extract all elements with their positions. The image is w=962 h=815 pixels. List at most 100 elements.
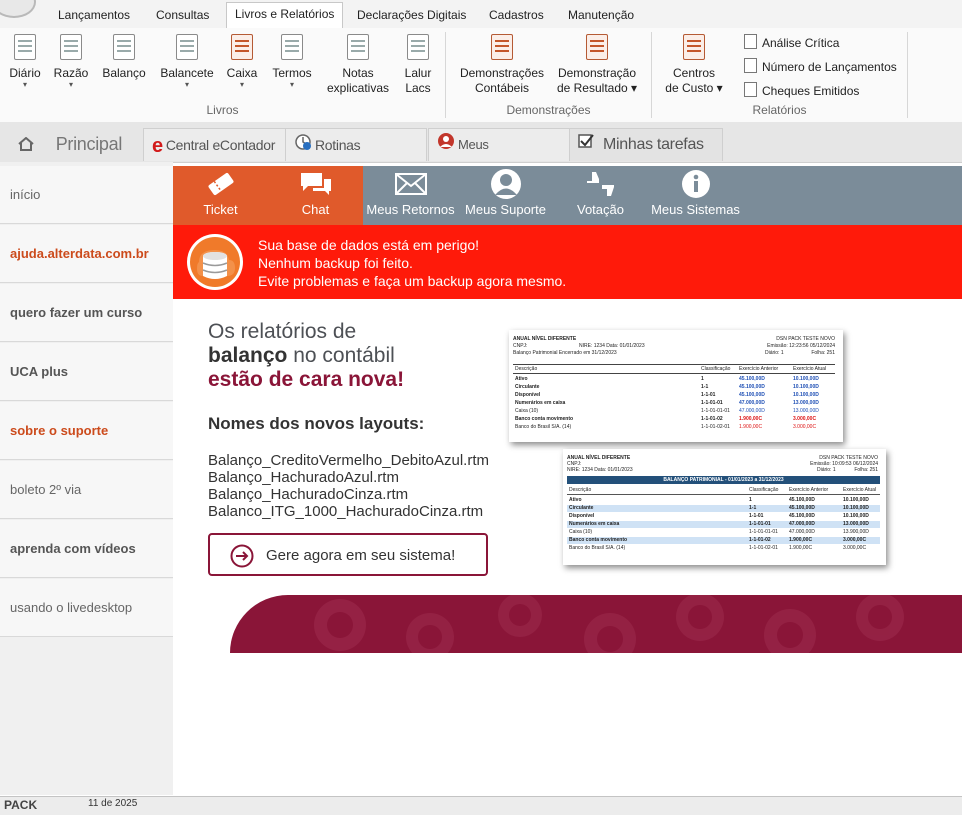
balanco-button[interactable]: Balanço xyxy=(98,34,150,81)
report-cell: Banco do Brasil S/A. (14) xyxy=(515,424,572,430)
doc2-folha: Folha: 251 xyxy=(854,467,878,473)
centros-de-custo-button[interactable]: Centros de Custo ▾ xyxy=(662,34,726,96)
report-cell: Numerários em caixa xyxy=(515,400,566,406)
promo-headline: Os relatórios de balanço no contábil est… xyxy=(208,320,405,391)
meus-sistemas-button[interactable]: Meus Sistemas xyxy=(648,166,743,225)
layout-name: Balanço_CreditoVermelho_DebitoAzul.rtm xyxy=(208,452,489,469)
report-cell: 45.100,00D xyxy=(789,513,815,519)
sidebar-item-uca-plus[interactable]: UCA plus xyxy=(0,343,173,401)
tab-rotinas-automaticas[interactable]: Rotinas automáticas xyxy=(285,128,427,186)
report-row: Disponível 1-1-01 45.100,00D 10.100,00D xyxy=(567,513,880,520)
report-cell: 10.100,00D xyxy=(793,384,819,390)
report-cell: 13.000,00D xyxy=(793,400,819,406)
report-cell: 1-1-01-01-01 xyxy=(701,408,730,414)
report-cell: 10.100,00D xyxy=(843,505,869,511)
report-cell: Disponível xyxy=(569,513,595,519)
generate-now-button[interactable]: Gere agora em seu sistema! xyxy=(208,533,488,576)
report-cell: 1.900,00C xyxy=(789,545,813,551)
chat-button[interactable]: Chat xyxy=(268,166,363,225)
menu-tab-manutencao[interactable]: Manutenção xyxy=(560,4,642,28)
report-cell: 47.000,00D xyxy=(789,529,815,535)
doc2-banner: BALANÇO PATRIMONIAL - 01/01/2023 a 31/12… xyxy=(567,476,880,484)
tab-minhas-tarefas[interactable]: Minhas tarefas xyxy=(569,128,723,161)
report-cell: Banco conta movimento xyxy=(515,416,574,422)
report-row: Banco do Brasil S/A. (14) 1-1-01-02-01 1.9… xyxy=(567,545,880,552)
support-icon-bar: Ticket Chat Meus Retornos Meus Suporte V… xyxy=(173,166,962,225)
report-cell: 1-1-01-02 xyxy=(749,537,771,543)
database-warning-icon xyxy=(185,232,245,297)
numero-lancamentos-button[interactable]: Número de Lançamentos xyxy=(744,58,897,74)
report-cell: 1-1-01-02-01 xyxy=(749,545,778,551)
demonstracoes-contabeis-button[interactable]: Demonstrações Contábeis xyxy=(456,34,548,96)
menu-tab-lancamentos[interactable]: Lançamentos xyxy=(50,4,138,28)
report-cell: Ativo xyxy=(515,376,528,382)
report-cell: 1-1-01-01-01 xyxy=(749,529,778,535)
report-row: Caixa (10) 1-1-01-01-01 47.000,00D 13.900,0… xyxy=(567,529,880,536)
ledger-icon xyxy=(60,34,82,60)
report-cell: 1-1-01 xyxy=(749,513,764,519)
menu-tab-livros-relatorios[interactable]: Livros e Relatórios xyxy=(226,2,344,29)
sidebar-item-videos[interactable]: aprenda com vídeos xyxy=(0,520,173,578)
report-cell: 3.000,00C xyxy=(843,545,867,551)
report-cell: Banco conta movimento xyxy=(569,537,628,543)
caixa-button[interactable]: Caixa ▾ xyxy=(222,34,262,89)
doc2-header-row: Descrição Classificação Exercício Anteri… xyxy=(567,486,880,495)
econtador-logo-icon: e xyxy=(152,135,163,158)
sidebar-item-ajuda[interactable]: ajuda.alterdata.com.br xyxy=(0,225,173,283)
backup-alert-banner[interactable]: Sua base de dados está em perigo! Nenhum… xyxy=(173,225,962,299)
report-row: Banco conta movimento 1-1-01-02 1.900,00C 3… xyxy=(567,537,880,544)
meus-suporte-button[interactable]: Meus Suporte xyxy=(458,166,553,225)
layout-name: Balanço_HachuradoAzul.rtm xyxy=(208,469,399,486)
analise-critica-button[interactable]: Análise Crítica xyxy=(744,34,839,50)
sidebar-item-boleto[interactable]: boleto 2º via xyxy=(0,461,173,519)
user-avatar-icon xyxy=(458,166,553,202)
report-row: Circulante 1-1 45.100,00D 10.100,00D xyxy=(567,505,880,512)
report-cell: 47.000,00D xyxy=(789,521,815,527)
termos-button[interactable]: Termos ▾ xyxy=(268,34,316,89)
diario-button[interactable]: Diário ▾ xyxy=(2,34,48,89)
report-cell: 45.100,00D xyxy=(789,497,815,503)
doc1-system: DSN PACK TESTE NOVO xyxy=(776,336,835,342)
menu-tab-declaracoes[interactable]: Declarações Digitais xyxy=(349,4,474,28)
menu-tab-cadastros[interactable]: Cadastros xyxy=(481,4,552,28)
clock-icon xyxy=(294,130,312,162)
sidebar-item-curso[interactable]: quero fazer um curso xyxy=(0,284,173,342)
entries-count-icon xyxy=(744,58,757,73)
meus-retornos-button[interactable]: Meus Retornos xyxy=(363,166,458,225)
demonstracao-resultado-button[interactable]: Demonstração de Resultado ▾ xyxy=(552,34,642,96)
app-logo-icon[interactable] xyxy=(0,0,36,18)
tab-principal[interactable]: Principal xyxy=(10,128,130,160)
report-cell: 10.100,00D xyxy=(843,497,869,503)
doc1-encerrado: Balanço Patrimonial Encerrado em 31/12/2… xyxy=(513,350,617,356)
report-cell: 1.900,00C xyxy=(739,424,763,430)
votacao-button[interactable]: Votação xyxy=(553,166,648,225)
menu-tab-consultas[interactable]: Consultas xyxy=(148,4,217,28)
sidebar-item-suporte[interactable]: sobre o suporte xyxy=(0,402,173,460)
notas-explicativas-button[interactable]: Notas explicativas xyxy=(324,34,392,96)
report-cell: 45.100,00D xyxy=(739,384,765,390)
terms-book-icon xyxy=(281,34,303,60)
cheques-emitidos-button[interactable]: Cheques Emitidos xyxy=(744,82,859,98)
ticket-button[interactable]: Ticket xyxy=(173,166,268,225)
report-cell: 1.900,00C xyxy=(739,416,763,422)
report-cell: 13.900,00D xyxy=(843,529,869,535)
report-cell: 1-1 xyxy=(701,384,709,390)
razao-button[interactable]: Razão ▾ xyxy=(50,34,92,89)
group-label-relatorios: Relatórios xyxy=(752,103,807,117)
sidebar: início ajuda.alterdata.com.br quero faze… xyxy=(0,162,173,795)
critical-analysis-icon xyxy=(744,34,757,49)
report-row: Banco do Brasil S/A. (14) 1-1-01-02-01 1.9… xyxy=(513,424,835,431)
statements-icon xyxy=(491,34,513,60)
lalur-lacs-button[interactable]: Lalur Lacs xyxy=(398,34,438,96)
balancete-button[interactable]: Balancete ▾ xyxy=(158,34,216,89)
info-icon xyxy=(648,166,743,202)
sidebar-item-inicio[interactable]: início xyxy=(0,166,173,224)
tab-central-econtador[interactable]: e Central eContador xyxy=(143,128,286,161)
report-row: Circulante 1-1 45.100,00D 10.100,00D xyxy=(513,384,835,391)
tab-meus-atendimentos[interactable]: Meus Atendimentos xyxy=(428,128,570,185)
report-cell: 1-1 xyxy=(749,505,757,511)
report-row: Ativo 1 45.100,00D 10.100,00D xyxy=(567,497,880,504)
journal-icon xyxy=(14,34,36,60)
sidebar-item-livedesktop[interactable]: usando o livedesktop xyxy=(0,579,173,637)
report-cell: 47.000,00D xyxy=(739,408,765,414)
